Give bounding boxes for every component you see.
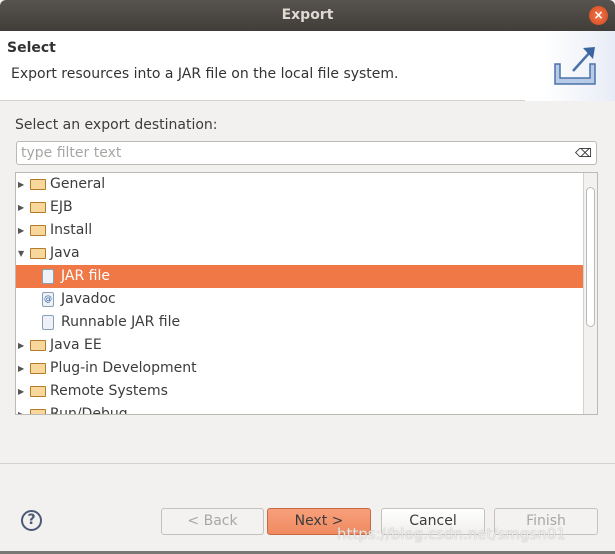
tree-item-label: Remote Systems [50, 383, 168, 399]
tree-item-label: Run/Debug [50, 406, 128, 415]
folder-icon [30, 363, 46, 374]
tree-item-label: Javadoc [61, 291, 116, 307]
tree-item-label: Java [50, 245, 80, 261]
destination-tree[interactable]: ▶ Run/Debug ▶ Remote Systems ▶ Plug-in Develo… [15, 172, 598, 415]
wizard-header: Select Export resources into a JAR file … [0, 31, 615, 101]
tree-item[interactable]: JAR file [16, 265, 584, 288]
tree-item-label: Plug-in Development [50, 360, 197, 376]
finish-button[interactable]: Finish [494, 508, 598, 535]
folder-icon [30, 179, 46, 190]
filter-input-box[interactable]: ⌫ [16, 141, 597, 165]
tree-item[interactable]: ▶ General [16, 173, 584, 196]
folder-icon [30, 202, 46, 213]
tree-item[interactable]: @ Javadoc [16, 288, 584, 311]
folder-icon [30, 386, 46, 397]
page-title: Select [7, 40, 56, 56]
jar-icon [42, 269, 54, 284]
tree-item-label: EJB [50, 199, 73, 215]
tree-item[interactable]: ▶ EJB [16, 196, 584, 219]
tree-item[interactable]: ▶ Install [16, 219, 584, 242]
tree-item-label: General [50, 176, 106, 192]
expand-arrow-icon[interactable]: ▶ [18, 357, 24, 380]
page-description: Export resources into a JAR file on the … [11, 66, 399, 82]
help-icon[interactable]: ? [21, 510, 42, 531]
tree-item[interactable]: ▶ Java EE [16, 334, 584, 357]
jar-icon [42, 315, 54, 330]
filter-input[interactable] [17, 142, 557, 164]
tree-item[interactable]: ▶ Plug-in Development [16, 357, 584, 380]
tree-item-label: Java EE [50, 337, 102, 353]
expand-arrow-icon[interactable]: ▶ [18, 196, 24, 219]
scrollbar-thumb[interactable] [586, 187, 595, 327]
expand-arrow-icon[interactable]: ▶ [18, 403, 24, 414]
folder-icon [30, 340, 46, 351]
divider [0, 463, 615, 464]
tree-item-label: Runnable JAR file [61, 314, 181, 330]
destination-label: Select an export destination: [15, 117, 218, 133]
close-icon[interactable]: × [589, 6, 608, 25]
expand-arrow-icon[interactable]: ▶ [18, 219, 24, 242]
expand-arrow-icon[interactable]: ▶ [18, 173, 24, 196]
folder-icon [30, 225, 46, 236]
next-button[interactable]: Next > [267, 508, 371, 535]
tree-item[interactable]: ▼ Java [16, 242, 584, 265]
tree-item[interactable]: Runnable JAR file [16, 311, 584, 334]
collapse-arrow-icon[interactable]: ▼ [18, 242, 24, 265]
back-button[interactable]: < Back [161, 508, 264, 535]
clear-filter-icon[interactable]: ⌫ [575, 146, 592, 160]
tree-item-label: Install [50, 222, 93, 238]
expand-arrow-icon[interactable]: ▶ [18, 380, 24, 403]
tree-item[interactable]: ▶ Remote Systems [16, 380, 584, 403]
tree-item-label: JAR file [61, 268, 110, 284]
title-bar: Export × [0, 0, 615, 31]
export-icon [525, 31, 615, 101]
window-title: Export [281, 7, 334, 23]
scrollbar[interactable] [583, 173, 597, 414]
folder-icon [30, 248, 46, 259]
folder-icon [30, 409, 46, 414]
tree-item[interactable]: ▶ Run/Debug [16, 403, 584, 415]
javadoc-icon: @ [42, 292, 54, 307]
expand-arrow-icon[interactable]: ▶ [18, 334, 24, 357]
cancel-button[interactable]: Cancel [381, 508, 485, 535]
